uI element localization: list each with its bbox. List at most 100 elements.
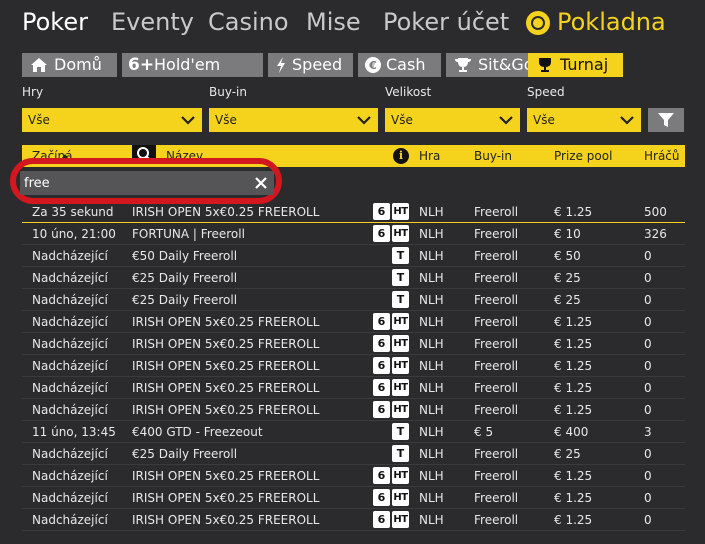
table-row[interactable]: Nadcházející €25 Daily Freeroll T NLH Freero… xyxy=(22,443,685,465)
row-prize: € 25 xyxy=(554,271,581,285)
row-name: FORTUNA | Freeroll xyxy=(132,227,245,241)
row-starts: Nadcházející xyxy=(32,337,108,351)
table-row[interactable]: Nadcházející IRISH OPEN 5x€0.25 FREEROLL 6… xyxy=(22,311,685,333)
row-name: IRISH OPEN 5x€0.25 FREEROLL xyxy=(132,469,320,483)
row-prize: € 1.25 xyxy=(554,359,593,373)
table-row[interactable]: Nadcházející €25 Daily Freeroll T NLH Freero… xyxy=(22,267,685,289)
tab-cash[interactable]: € Cash xyxy=(358,53,441,77)
col-prize[interactable]: Prize pool xyxy=(554,149,612,163)
table-row[interactable]: Nadcházející IRISH OPEN 5x€0.25 FREEROLL 6… xyxy=(22,333,685,355)
turbo-badge: T xyxy=(392,423,409,440)
hyper-turbo-badge: HT xyxy=(392,379,409,396)
row-players: 0 xyxy=(644,337,652,351)
nav-cashier[interactable]: Pokladna xyxy=(557,8,666,36)
row-game: NLH xyxy=(419,227,444,241)
filter-games-select[interactable]: Vše xyxy=(22,108,202,132)
filter-speed-value: Vše xyxy=(533,113,555,127)
hyper-turbo-badge: HT xyxy=(392,489,409,506)
filter-speed-select[interactable]: Vše xyxy=(527,108,641,132)
nav-eventy[interactable]: Eventy xyxy=(111,8,194,36)
lightning-icon xyxy=(274,53,288,77)
filter-buyin-select[interactable]: Vše xyxy=(209,108,378,132)
row-starts: Nadcházející xyxy=(32,315,108,329)
chevron-down-icon xyxy=(181,116,195,125)
six-max-badge: 6 xyxy=(373,357,390,374)
close-icon[interactable] xyxy=(254,176,268,190)
row-players: 0 xyxy=(644,403,652,417)
tab-sitgo-label: Sit&Go xyxy=(478,55,534,74)
row-prize: € 1.25 xyxy=(554,337,593,351)
info-icon[interactable]: i xyxy=(393,148,409,164)
row-prize: € 1.25 xyxy=(554,469,593,483)
coin-icon xyxy=(526,11,550,35)
six-plus-icon: 6+ xyxy=(128,55,155,75)
row-buyin: Freeroll xyxy=(474,381,519,395)
funnel-icon xyxy=(658,113,674,127)
name-search-input[interactable] xyxy=(24,171,244,195)
nav-poker[interactable]: Poker xyxy=(22,8,88,36)
filter-size-select[interactable]: Vše xyxy=(385,108,520,132)
row-prize: € 400 xyxy=(554,425,589,439)
row-starts: Nadcházející xyxy=(32,271,108,285)
table-row[interactable]: Nadcházející IRISH OPEN 5x€0.25 FREEROLL 6… xyxy=(22,355,685,377)
row-buyin: Freeroll xyxy=(474,403,519,417)
six-max-badge: 6 xyxy=(373,335,390,352)
row-starts: Nadcházející xyxy=(32,293,108,307)
row-name: IRISH OPEN 5x€0.25 FREEROLL xyxy=(132,491,320,505)
row-name: IRISH OPEN 5x€0.25 FREEROLL xyxy=(132,359,320,373)
row-players: 0 xyxy=(644,293,652,307)
table-row[interactable]: Nadcházející IRISH OPEN 5x€0.25 FREEROLL 6… xyxy=(22,487,685,509)
row-buyin: Freeroll xyxy=(474,227,519,241)
table-row[interactable]: 10 úno, 21:00 FORTUNA | Freeroll 6 HT NLH Fre… xyxy=(22,223,685,245)
table-row[interactable]: Nadcházející IRISH OPEN 5x€0.25 FREEROLL 6… xyxy=(22,399,685,421)
name-search-box xyxy=(20,171,274,195)
row-name: IRISH OPEN 5x€0.25 FREEROLL xyxy=(132,315,320,329)
tab-home[interactable]: Domů xyxy=(22,53,117,77)
filter-button[interactable] xyxy=(648,108,684,132)
table-row[interactable]: Za 35 sekund IRISH OPEN 5x€0.25 FREEROLL 6… xyxy=(22,201,685,223)
row-name: IRISH OPEN 5x€0.25 FREEROLL xyxy=(132,403,320,417)
row-buyin: Freeroll xyxy=(474,271,519,285)
nav-mise[interactable]: Mise xyxy=(306,8,361,36)
hyper-turbo-badge: HT xyxy=(392,401,409,418)
col-players[interactable]: Hráčů xyxy=(644,149,680,163)
row-game: NLH xyxy=(419,381,444,395)
table-row[interactable]: 11 úno, 13:45 €400 GTD - Freezeout T NLH € 5… xyxy=(22,421,685,443)
row-game: NLH xyxy=(419,249,444,263)
chevron-down-icon xyxy=(357,116,371,125)
cup-icon xyxy=(534,53,556,77)
col-buyin[interactable]: Buy-in xyxy=(474,149,512,163)
tab-cash-label: Cash xyxy=(386,55,426,74)
row-buyin: Freeroll xyxy=(474,469,519,483)
row-game: NLH xyxy=(419,315,444,329)
row-prize: € 25 xyxy=(554,293,581,307)
table-row[interactable]: Nadcházející €25 Daily Freeroll T NLH Freero… xyxy=(22,289,685,311)
col-game[interactable]: Hra xyxy=(419,149,440,163)
table-row[interactable]: Nadcházející IRISH OPEN 5x€0.25 FREEROLL 6… xyxy=(22,377,685,399)
row-players: 0 xyxy=(644,447,652,461)
row-players: 0 xyxy=(644,249,652,263)
row-buyin: Freeroll xyxy=(474,315,519,329)
row-game: NLH xyxy=(419,293,444,307)
hyper-turbo-badge: HT xyxy=(392,511,409,528)
nav-poker-account[interactable]: Poker účet xyxy=(383,8,509,36)
hyper-turbo-badge: HT xyxy=(392,203,409,220)
table-row[interactable]: Nadcházející €50 Daily Freeroll T NLH Freero… xyxy=(22,245,685,267)
row-players: 0 xyxy=(644,491,652,505)
tab-tournament[interactable]: Turnaj xyxy=(528,53,623,77)
row-name: IRISH OPEN 5x€0.25 FREEROLL xyxy=(132,337,320,351)
table-row[interactable]: Nadcházející IRISH OPEN 5x€0.25 FREEROLL 6… xyxy=(22,465,685,487)
row-buyin: Freeroll xyxy=(474,513,519,527)
tab-holdem[interactable]: 6+Hold'em xyxy=(122,53,263,77)
tab-speed-label: Speed xyxy=(292,55,343,74)
nav-casino[interactable]: Casino xyxy=(208,8,289,36)
row-prize: € 50 xyxy=(554,249,581,263)
six-max-badge: 6 xyxy=(373,467,390,484)
row-starts: Za 35 sekund xyxy=(32,205,114,219)
table-row[interactable]: Nadcházející IRISH OPEN 5x€0.25 FREEROLL 6… xyxy=(22,509,685,531)
tab-speed[interactable]: Speed xyxy=(268,53,353,77)
filter-buyin-value: Vše xyxy=(215,113,237,127)
turbo-badge: T xyxy=(392,445,409,462)
chevron-down-icon xyxy=(620,116,634,125)
row-game: NLH xyxy=(419,205,444,219)
